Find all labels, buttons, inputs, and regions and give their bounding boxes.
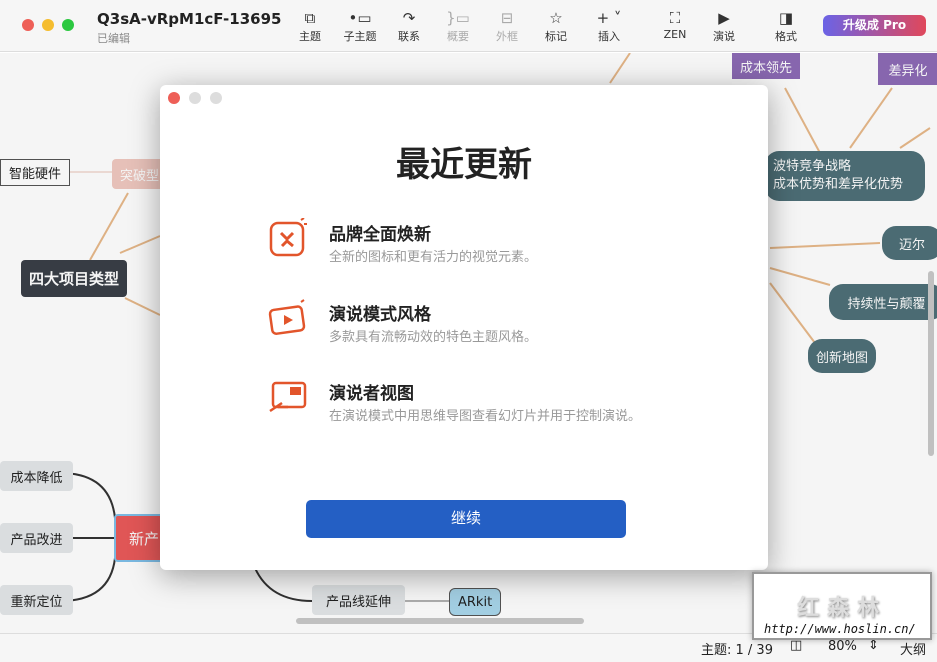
zen-label: ZEN (663, 28, 687, 41)
dialog-zoom-button (210, 92, 222, 104)
feature-description: 在演说模式中用思维导图查看幻灯片并用于控制演说。 (329, 409, 642, 424)
outline-button[interactable]: 大纲 (900, 639, 926, 658)
pitch-button[interactable]: ▶ 演说 (702, 8, 746, 44)
feature-pitch-style: 演说模式风格 多款具有流畅动效的特色主题风格。 (268, 298, 688, 348)
feature-description: 全新的图标和更有活力的视觉元素。 (329, 250, 538, 265)
topic-count: 主题: 1 / 39 (701, 643, 773, 658)
presenter-view-icon (269, 381, 307, 413)
close-window-button[interactable] (22, 19, 34, 31)
relationship-icon: ↷ (402, 9, 416, 27)
format-label: 格式 (775, 30, 797, 43)
subtopic-button[interactable]: •▭ 子主题 (338, 8, 382, 44)
brand-icon (269, 218, 307, 257)
summary-button[interactable]: }▭ 概要 (436, 8, 480, 44)
relationship-button[interactable]: ↷ 联系 (387, 8, 431, 44)
feature-brand-refresh: 品牌全面焕新 全新的图标和更有活力的视觉元素。 (268, 218, 688, 268)
topic-icon: ⧉ (304, 9, 316, 27)
subtopic-label: 子主题 (343, 30, 377, 43)
star-icon: ☆ (549, 9, 563, 27)
watermark-url: http://www.hoslin.cn/ (764, 622, 916, 636)
watermark: 红森林 http://www.hoslin.cn/ (752, 572, 932, 640)
subtopic-icon: •▭ (348, 9, 372, 27)
feature-title: 演说模式风格 (329, 305, 431, 325)
feature-presenter-view: 演说者视图 在演说模式中用思维导图查看幻灯片并用于控制演说。 (268, 377, 688, 427)
minimize-window-button[interactable] (42, 19, 54, 31)
insert-label: 插入 (598, 30, 620, 43)
pitch-label: 演说 (713, 30, 735, 43)
document-title: Q3sA-vRpM1cF-13695 (97, 10, 282, 28)
feature-title: 品牌全面焕新 (329, 225, 431, 245)
zoom-stepper-icon[interactable]: ⇕ (868, 638, 879, 653)
feature-title: 演说者视图 (329, 384, 414, 404)
maximize-window-button[interactable] (62, 19, 74, 31)
marker-button[interactable]: ☆ 标记 (534, 8, 578, 44)
insert-button[interactable]: + ˅ 插入 (587, 8, 631, 44)
relationship-label: 联系 (398, 30, 420, 43)
play-icon: ▶ (718, 9, 730, 27)
dialog-close-button[interactable] (168, 92, 180, 104)
format-panel-icon: ◨ (778, 9, 794, 27)
pitch-style-icon (268, 299, 306, 335)
continue-button[interactable]: 继续 (306, 500, 626, 538)
zoom-level[interactable]: 80% (828, 639, 857, 654)
watermark-text: 红森林 (796, 596, 887, 621)
marker-label: 标记 (545, 30, 567, 43)
toolbar: Q3sA-vRpM1cF-13695 已编辑 ⧉ 主题 •▭ 子主题 ↷ 联系 }▭ 概… (0, 0, 937, 52)
topic-label: 主题 (299, 30, 321, 43)
boundary-label: 外框 (496, 30, 518, 43)
feature-description: 多款具有流畅动效的特色主题风格。 (329, 330, 538, 345)
plus-icon: + ˅ (596, 9, 622, 27)
boundary-icon: ⊟ (500, 9, 514, 27)
dialog-title: 最近更新 (396, 145, 532, 185)
topic-button[interactable]: ⧉ 主题 (288, 8, 332, 44)
dialog-minimize-button (189, 92, 201, 104)
whats-new-dialog: 最近更新 品牌全面焕新 全新的图标和更有活力的视觉元素。 演说模式风格 多款具有… (160, 85, 768, 570)
upgrade-pro-button[interactable]: 升级成 Pro (823, 15, 926, 36)
zen-button[interactable]: ⛶ ZEN (653, 8, 697, 41)
summary-label: 概要 (447, 30, 469, 43)
summary-icon: }▭ (446, 9, 470, 27)
fullscreen-icon: ⛶ (669, 9, 681, 27)
format-button[interactable]: ◨ 格式 (764, 8, 808, 44)
boundary-button[interactable]: ⊟ 外框 (485, 8, 529, 44)
document-status: 已编辑 (97, 32, 130, 45)
map-view-icon[interactable]: ◫ (790, 638, 802, 653)
